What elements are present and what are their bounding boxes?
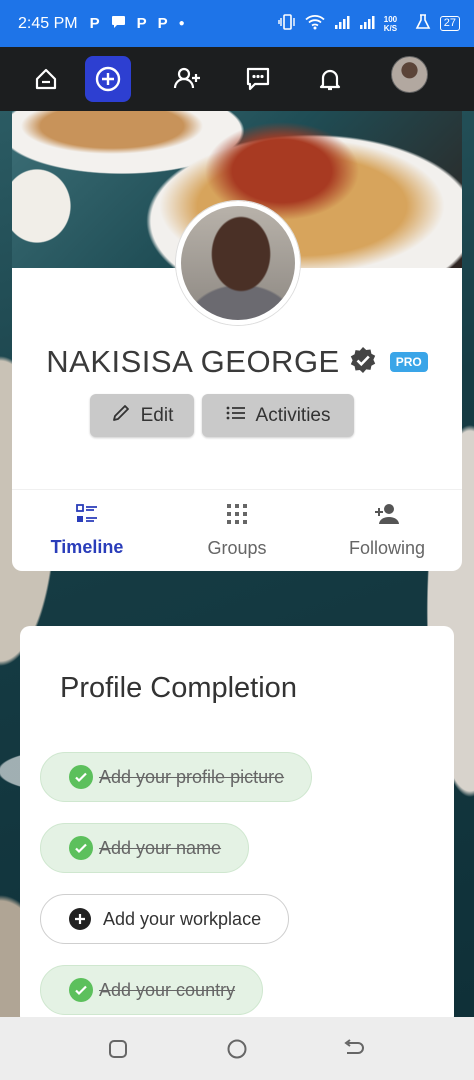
completion-title: Profile Completion: [60, 672, 297, 704]
profile-completion-card: Profile Completion Add your profile pict…: [20, 626, 454, 1026]
battery-icon: 27: [439, 16, 460, 31]
groups-icon: [226, 503, 248, 530]
verified-icon: [348, 345, 378, 380]
tab-groups[interactable]: Groups: [162, 490, 312, 571]
status-bar: 2:45 PM P P P ● 100 K/S 27: [0, 0, 474, 47]
notification-letter: P: [136, 15, 147, 32]
step-profile-picture[interactable]: Add your profile picture: [40, 752, 313, 802]
bell-icon[interactable]: [307, 56, 353, 102]
messages-icon[interactable]: [235, 56, 281, 102]
user-avatar[interactable]: [391, 56, 428, 93]
check-icon: [69, 978, 93, 1002]
add-circle-icon[interactable]: [85, 56, 131, 102]
tab-timeline-label: Timeline: [50, 537, 124, 557]
add-friend-icon[interactable]: [164, 56, 210, 102]
signal-icon-2: [359, 15, 375, 32]
step-label: Add your name: [99, 837, 222, 858]
notification-icons: P P P ●: [90, 15, 185, 33]
status-right: 100 K/S 27: [278, 14, 460, 33]
activities-label: Activities: [255, 404, 331, 426]
step-workplace[interactable]: Add your workplace: [40, 894, 290, 944]
activities-button[interactable]: Activities: [202, 394, 354, 437]
wifi-icon: [305, 14, 325, 33]
recents-icon[interactable]: [106, 1037, 130, 1061]
notification-letter: P: [157, 15, 168, 32]
tab-groups-label: Groups: [207, 538, 267, 558]
tab-following[interactable]: Following: [312, 490, 462, 571]
home-circle-icon[interactable]: [225, 1037, 249, 1061]
profile-avatar[interactable]: [176, 201, 300, 325]
signal-icon: [334, 15, 350, 32]
add-icon: [69, 908, 91, 930]
step-country[interactable]: Add your country: [40, 965, 264, 1015]
check-icon: [69, 765, 93, 789]
flask-icon: [415, 14, 431, 33]
chat-bubble-icon: [111, 15, 126, 33]
profile-name: NAKISISA GEORGE: [46, 344, 340, 379]
tab-timeline[interactable]: Timeline: [12, 490, 162, 571]
timeline-icon: [76, 504, 98, 529]
step-label: Add your workplace: [103, 908, 262, 929]
more-dot-icon: ●: [178, 18, 185, 29]
check-icon: [69, 836, 93, 860]
tab-following-label: Following: [348, 538, 426, 558]
following-icon: [374, 503, 400, 530]
system-nav-bar: [0, 1017, 474, 1080]
step-name[interactable]: Add your name: [40, 823, 250, 873]
profile-card: NAKISISA GEORGE PRO Edit Activities Time…: [12, 111, 462, 571]
edit-label: Edit: [140, 404, 174, 426]
step-label: Add your country: [99, 979, 236, 1000]
notification-letter: P: [89, 15, 100, 32]
back-icon[interactable]: [342, 1037, 366, 1061]
step-label: Add your profile picture: [99, 766, 285, 787]
pencil-icon: [111, 403, 131, 429]
home-icon[interactable]: [23, 56, 69, 102]
vibrate-icon: [278, 14, 296, 33]
pro-badge: PRO: [389, 352, 428, 372]
status-time: 2:45 PM: [18, 14, 78, 32]
profile-tabs: Timeline Groups Following: [12, 489, 462, 571]
data-speed: 100 K/S: [383, 14, 398, 33]
edit-button[interactable]: Edit: [90, 394, 194, 437]
profile-name-row: NAKISISA GEORGE PRO: [12, 339, 462, 385]
list-icon: [226, 405, 246, 427]
